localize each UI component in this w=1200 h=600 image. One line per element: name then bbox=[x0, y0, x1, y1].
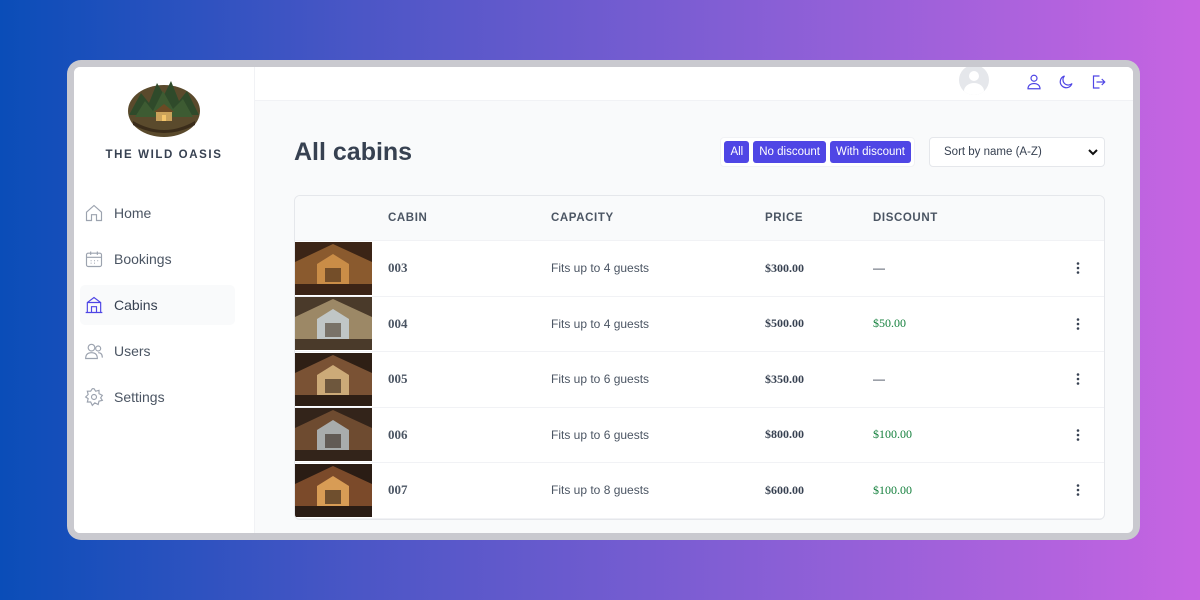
sort-select[interactable]: Sort by name (A-Z) bbox=[929, 137, 1105, 167]
logout-icon[interactable] bbox=[1089, 73, 1107, 91]
cabin-name: 003 bbox=[388, 260, 408, 276]
row-menu-button[interactable] bbox=[1052, 372, 1104, 386]
cabins-table: CABIN CAPACITY PRICE DISCOUNT 003 Fits u… bbox=[294, 195, 1105, 520]
sidebar: THE WILD OASIS Home Bookings Cabins User… bbox=[74, 67, 255, 533]
user-icon[interactable] bbox=[1025, 73, 1043, 91]
cabin-image bbox=[295, 297, 372, 351]
top-header bbox=[255, 67, 1133, 101]
brand-name: THE WILD OASIS bbox=[105, 149, 223, 161]
cabin-name: 006 bbox=[388, 426, 408, 442]
more-vertical-icon bbox=[1076, 428, 1080, 441]
cabin-image bbox=[295, 352, 372, 406]
cabin-image bbox=[295, 463, 372, 517]
column-capacity: CAPACITY bbox=[551, 212, 614, 224]
sidebar-item-cabins[interactable]: Cabins bbox=[80, 285, 235, 325]
sidebar-item-label: Bookings bbox=[114, 251, 172, 267]
cabin-discount: $100.00 bbox=[873, 427, 912, 442]
filter-with-discount-button[interactable]: With discount bbox=[829, 141, 911, 163]
cabin-capacity: Fits up to 8 guests bbox=[551, 483, 650, 498]
cabin-name: 007 bbox=[388, 482, 408, 498]
moon-icon[interactable] bbox=[1057, 73, 1075, 91]
table-controls: All No discount With discount Sort by na… bbox=[720, 137, 1105, 167]
gear-icon bbox=[84, 387, 104, 407]
discount-filter: All No discount With discount bbox=[720, 137, 915, 167]
cabin-discount: $100.00 bbox=[873, 482, 912, 497]
row-menu-button[interactable] bbox=[1052, 317, 1104, 331]
cabin-discount: $50.00 bbox=[873, 316, 906, 331]
cabin-name: 005 bbox=[388, 371, 408, 387]
cabin-price: $300.00 bbox=[765, 260, 804, 275]
table-row: 005 Fits up to 6 guests $350.00 — bbox=[295, 352, 1104, 408]
table-row: 007 Fits up to 8 guests $600.00 $100.00 bbox=[295, 463, 1104, 519]
table-row: 004 Fits up to 4 guests $500.00 $50.00 bbox=[295, 297, 1104, 352]
cabin-price: $800.00 bbox=[765, 427, 804, 442]
row-menu-button[interactable] bbox=[1052, 483, 1104, 497]
column-cabin: CABIN bbox=[388, 212, 428, 224]
window-frame: THE WILD OASIS Home Bookings Cabins User… bbox=[67, 60, 1140, 540]
table-header: CABIN CAPACITY PRICE DISCOUNT bbox=[295, 196, 1104, 241]
logo-image bbox=[128, 81, 200, 137]
logo: THE WILD OASIS bbox=[74, 67, 254, 161]
table-row: 003 Fits up to 4 guests $300.00 — bbox=[295, 241, 1104, 297]
row-menu-button[interactable] bbox=[1052, 261, 1104, 275]
cabin-name: 004 bbox=[388, 315, 408, 331]
more-vertical-icon bbox=[1076, 373, 1080, 386]
users-icon bbox=[84, 341, 104, 361]
sidebar-item-label: Settings bbox=[114, 389, 165, 405]
sidebar-item-label: Cabins bbox=[114, 297, 158, 313]
table-body: 003 Fits up to 4 guests $300.00 — 004 Fi… bbox=[295, 241, 1104, 519]
sidebar-item-bookings[interactable]: Bookings bbox=[80, 239, 235, 279]
app-window: THE WILD OASIS Home Bookings Cabins User… bbox=[74, 67, 1133, 533]
table-row: 006 Fits up to 6 guests $800.00 $100.00 bbox=[295, 408, 1104, 463]
main-area: All cabins All No discount With discount… bbox=[255, 67, 1133, 533]
cabin-image bbox=[295, 408, 372, 462]
row-menu-button[interactable] bbox=[1052, 428, 1104, 442]
home-icon bbox=[84, 203, 104, 223]
sidebar-item-label: Users bbox=[114, 343, 151, 359]
column-discount: DISCOUNT bbox=[873, 212, 938, 224]
sidebar-nav: Home Bookings Cabins Users Settings bbox=[74, 193, 254, 423]
sidebar-item-home[interactable]: Home bbox=[80, 193, 235, 233]
page-content: All cabins All No discount With discount… bbox=[255, 101, 1133, 520]
filter-all-button[interactable]: All bbox=[724, 141, 750, 163]
sidebar-item-users[interactable]: Users bbox=[80, 331, 235, 371]
page-title: All cabins bbox=[294, 137, 413, 166]
cabin-price: $500.00 bbox=[765, 316, 804, 331]
sort-select-value: Sort by name (A-Z) bbox=[944, 146, 1042, 158]
avatar[interactable] bbox=[959, 67, 989, 95]
cabin-capacity: Fits up to 4 guests bbox=[551, 261, 650, 276]
cabin-capacity: Fits up to 6 guests bbox=[551, 427, 650, 442]
sidebar-item-label: Home bbox=[114, 205, 152, 221]
calendar-icon bbox=[84, 249, 104, 269]
cabin-discount: — bbox=[873, 261, 885, 276]
column-price: PRICE bbox=[765, 212, 804, 224]
cabin-price: $350.00 bbox=[765, 371, 804, 386]
cabin-capacity: Fits up to 4 guests bbox=[551, 316, 650, 331]
cabin-icon bbox=[84, 295, 104, 315]
more-vertical-icon bbox=[1076, 317, 1080, 330]
chevron-down-icon bbox=[1088, 149, 1098, 156]
more-vertical-icon bbox=[1076, 262, 1080, 275]
page-toolbar: All cabins All No discount With discount… bbox=[294, 137, 1105, 167]
cabin-discount: — bbox=[873, 372, 885, 387]
cabin-capacity: Fits up to 6 guests bbox=[551, 372, 650, 387]
cabin-image bbox=[295, 241, 372, 295]
cabin-price: $600.00 bbox=[765, 482, 804, 497]
sidebar-item-settings[interactable]: Settings bbox=[80, 377, 235, 417]
more-vertical-icon bbox=[1076, 484, 1080, 497]
filter-no-discount-button[interactable]: No discount bbox=[753, 141, 826, 163]
